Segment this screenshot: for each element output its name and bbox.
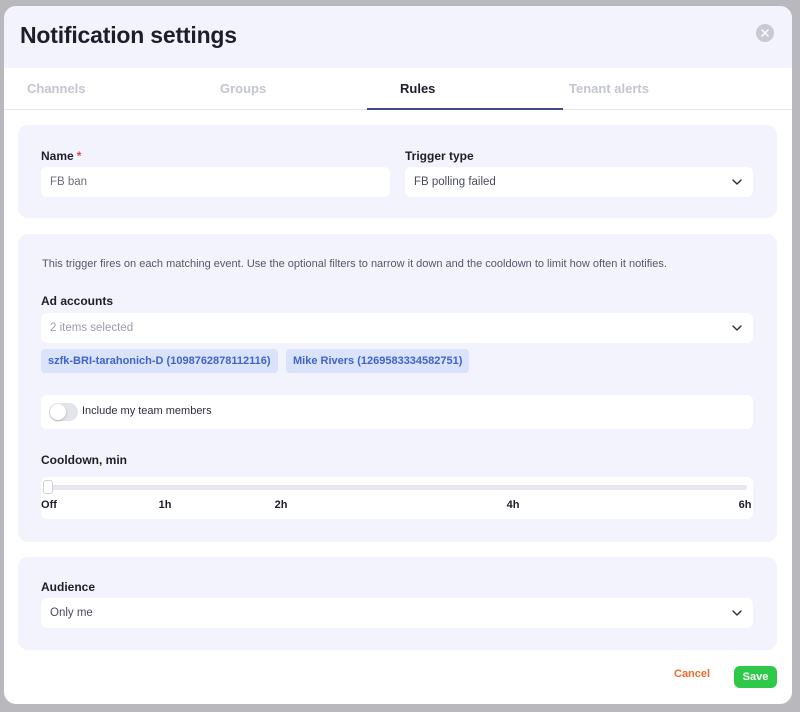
- cooldown-tick: 4h: [506, 499, 520, 511]
- cooldown-slider-thumb[interactable]: [43, 480, 53, 494]
- close-button[interactable]: [756, 24, 774, 42]
- chevron-down-icon: [732, 179, 742, 185]
- trigger-description: This trigger fires on each matching even…: [42, 258, 667, 270]
- cooldown-tick: Off: [41, 499, 57, 511]
- audience-card: Audience Only me: [18, 557, 777, 650]
- modal-header: Notification settings: [4, 6, 792, 68]
- ad-accounts-select[interactable]: 2 items selected: [41, 313, 753, 343]
- cancel-button[interactable]: Cancel: [674, 668, 710, 680]
- rule-basics-card: Name* Trigger type FB polling failed: [18, 125, 777, 218]
- include-team-toggle[interactable]: [49, 403, 78, 421]
- close-icon: [761, 29, 769, 37]
- filters-card: This trigger fires on each matching even…: [18, 234, 777, 542]
- name-field-wrapper: [41, 167, 390, 197]
- cooldown-tick: 2h: [274, 499, 288, 511]
- tab-groups[interactable]: Groups: [220, 68, 266, 110]
- ad-accounts-summary: 2 items selected: [50, 322, 134, 334]
- save-button[interactable]: Save: [734, 666, 777, 688]
- tab-rules[interactable]: Rules: [400, 68, 435, 110]
- include-team-row: Include my team members: [41, 395, 753, 429]
- cooldown-slider: Off 1h 2h 4h 6h: [41, 477, 753, 519]
- name-input[interactable]: [50, 176, 390, 188]
- notification-settings-modal: Notification settings Channels Groups Ru…: [4, 6, 792, 704]
- ad-accounts-label: Ad accounts: [41, 294, 114, 308]
- active-tab-indicator: [367, 108, 563, 110]
- name-label: Name *: [41, 149, 82, 163]
- ad-account-chip[interactable]: Mike Rivers (1269583334582751): [286, 349, 470, 373]
- cooldown-tick: 1h: [158, 499, 172, 511]
- tab-channels[interactable]: Channels: [27, 68, 86, 110]
- cooldown-label: Cooldown, min: [41, 453, 127, 467]
- toggle-knob: [50, 404, 66, 420]
- tab-bar: Channels Groups Rules Tenant alerts: [4, 68, 792, 110]
- cooldown-slider-track[interactable]: [45, 485, 747, 490]
- audience-select[interactable]: Only me: [41, 598, 753, 628]
- ad-account-chip[interactable]: szfk-BRI-tarahonich-D (1098762878112116): [41, 349, 278, 373]
- audience-label: Audience: [41, 580, 96, 594]
- trigger-type-select[interactable]: FB polling failed: [405, 167, 753, 197]
- tab-tenant-alerts[interactable]: Tenant alerts: [569, 68, 649, 110]
- chevron-down-icon: [732, 325, 742, 331]
- cooldown-tick: 6h: [738, 499, 752, 511]
- trigger-type-label: Trigger type: [405, 149, 474, 163]
- audience-value: Only me: [50, 607, 93, 619]
- required-marker: *: [76, 149, 82, 163]
- modal-title: Notification settings: [20, 22, 237, 48]
- include-team-label: Include my team members: [82, 405, 212, 417]
- chevron-down-icon: [732, 610, 742, 616]
- trigger-type-value: FB polling failed: [414, 176, 496, 188]
